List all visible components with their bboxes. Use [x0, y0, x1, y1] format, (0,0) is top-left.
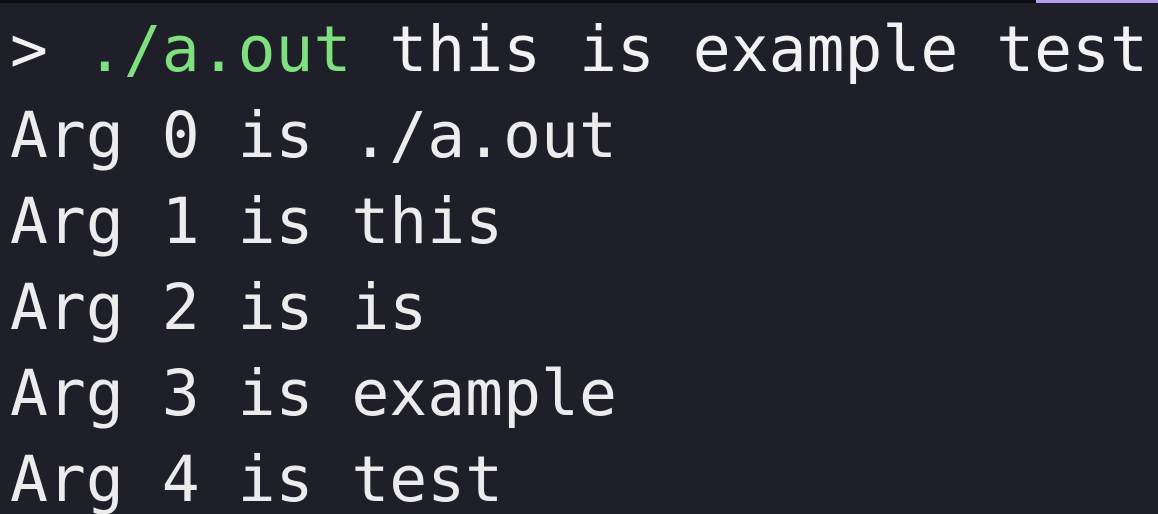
output-line: Arg 1 is this — [10, 185, 504, 258]
output-line: Arg 4 is test — [10, 443, 504, 514]
active-tab-indicator — [1036, 0, 1158, 3]
output-line: Arg 3 is example — [10, 357, 617, 430]
command-line: > ./a.out this is example test — [10, 7, 1158, 93]
prompt-symbol: > — [10, 13, 48, 86]
output-line: Arg 0 is ./a.out — [10, 99, 617, 172]
command-name: ./a.out — [85, 13, 352, 86]
output-line: Arg 2 is is — [10, 271, 428, 344]
command-arguments: this is example test — [389, 13, 1148, 86]
window-top-border — [0, 0, 1158, 3]
terminal-window[interactable]: > ./a.out this is example test Arg 0 is … — [0, 0, 1158, 514]
